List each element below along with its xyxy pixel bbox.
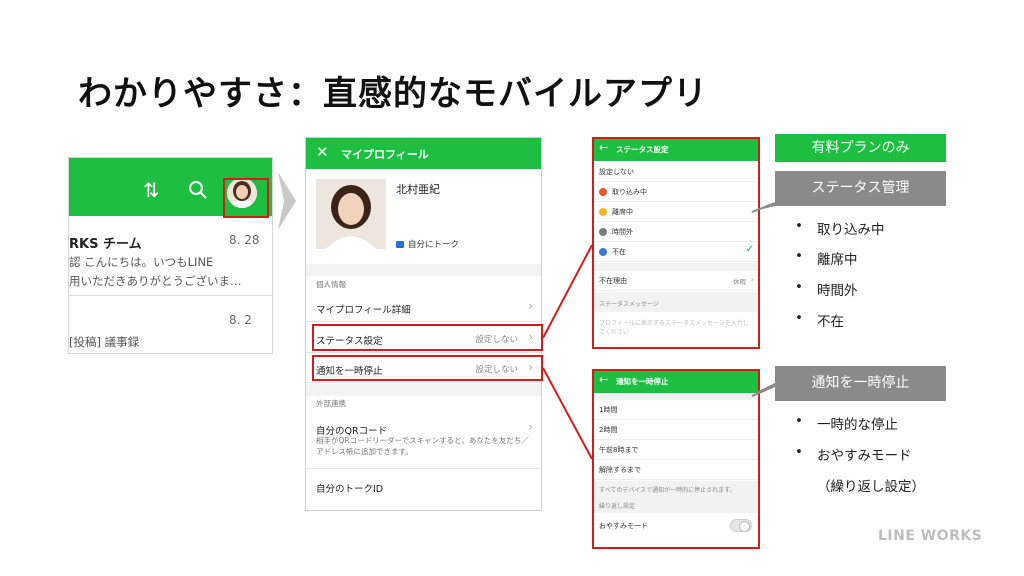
chat-preview: [投稿] 議事録 (69, 335, 140, 349)
notification-pause-tag: 通知を一時停止 (775, 366, 946, 401)
chat-preview: 用いただきありがとうございま… (69, 274, 242, 288)
profile-name: 北村亜紀 (396, 183, 440, 196)
notify-row-highlight (312, 355, 543, 381)
avatar-highlight (223, 178, 269, 218)
pause-screen-highlight (592, 369, 760, 549)
chat-date: 8. 2 (229, 313, 252, 327)
chevron-right-icon: › (528, 420, 533, 434)
row-label: マイプロフィール詳細 (316, 305, 411, 316)
chevron-right-icon (278, 172, 296, 230)
chat-title[interactable]: RKS チーム (69, 233, 142, 252)
section-spacer (306, 384, 541, 396)
status-management-tag: ステータス管理 (775, 171, 946, 206)
chevron-right-icon: › (528, 299, 533, 313)
page-title: わかりやすさ：直感的なモバイルアプリ (78, 74, 708, 114)
section-label: 個人情報 (316, 280, 346, 289)
divider (306, 468, 541, 469)
status-screen-highlight (592, 137, 760, 349)
qr-description: 相手がQRコードリーダーでスキャンすると、あなたを友だち／アドレス帳に追加できま… (316, 436, 529, 456)
chat-list-header: ⇅ (69, 158, 272, 218)
chat-icon (396, 241, 404, 248)
close-icon[interactable]: ✕ (316, 143, 329, 161)
profile-header: ✕ マイプロフィール (306, 138, 541, 169)
profile-header-title: マイプロフィール (341, 148, 429, 161)
sort-icon[interactable]: ⇅ (143, 178, 160, 202)
section-label: 外部連携 (316, 399, 346, 408)
profile-detail-row[interactable]: マイプロフィール詳細 › (306, 292, 541, 322)
plan-tag: 有料プランのみ (775, 134, 946, 162)
chat-preview: 認 こんにちは。いつもLINE (69, 255, 214, 269)
search-icon[interactable] (188, 180, 208, 204)
row-label: 自分のトークID (316, 484, 384, 495)
talk-id-row[interactable]: 自分のトークID (306, 471, 541, 501)
divider (69, 295, 272, 296)
section-spacer (306, 264, 541, 276)
chat-list-screenshot: ⇅ RKS チーム 8. 28 認 こんにちは。いつもLINE 用いただきありが… (68, 157, 273, 354)
talk-to-self-link[interactable]: 自分にトーク (396, 238, 459, 250)
status-row-highlight (312, 324, 543, 351)
chat-date: 8. 28 (229, 233, 260, 247)
line-works-logo: LINE WORKS (878, 528, 983, 544)
profile-photo (316, 179, 386, 249)
